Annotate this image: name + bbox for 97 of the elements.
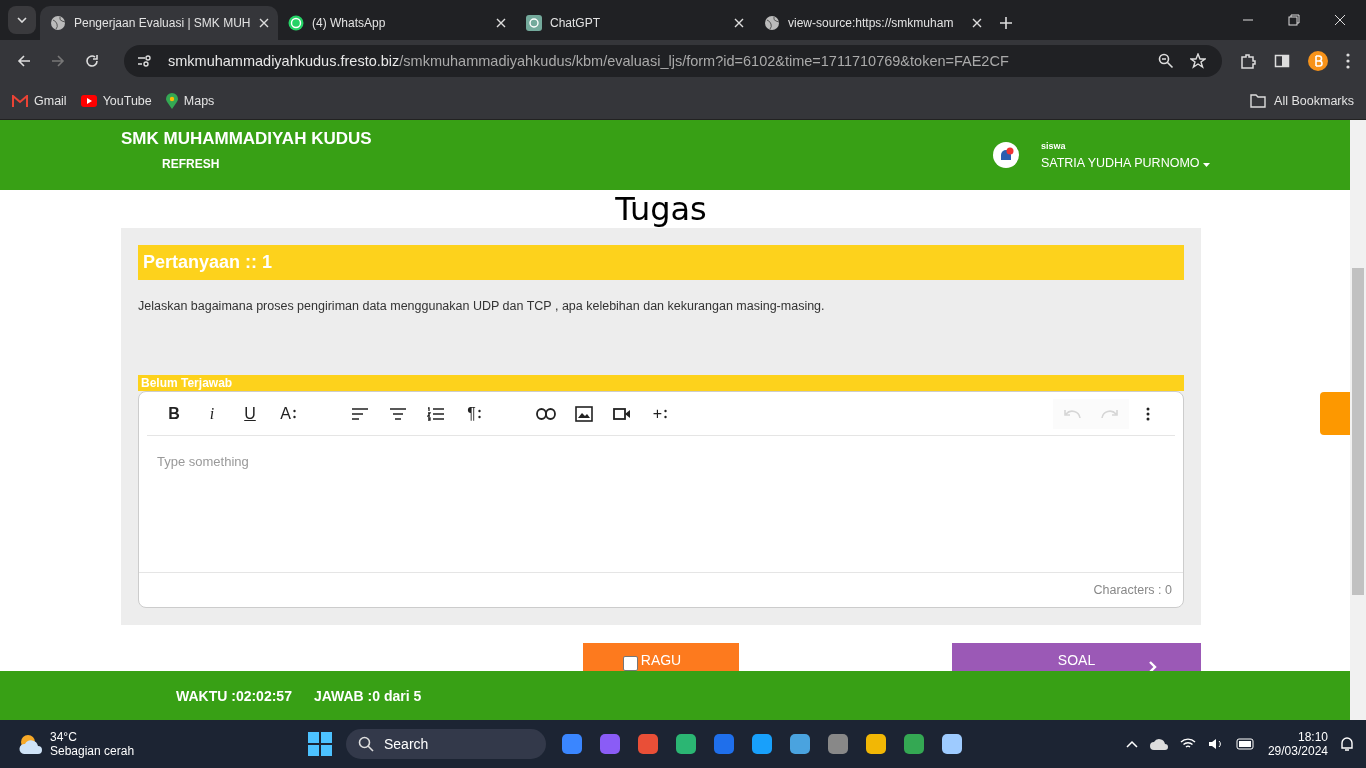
insert-button[interactable]: + [641, 398, 679, 429]
reload-icon[interactable] [84, 53, 100, 69]
undo-icon [1063, 408, 1081, 419]
italic-button[interactable]: i [193, 398, 231, 429]
bookmark-link[interactable]: Gmail [12, 93, 67, 108]
redo-icon [1101, 408, 1119, 419]
app-icon[interactable] [750, 732, 774, 756]
search-icon [358, 736, 374, 752]
browser-tab[interactable]: view-source:https://smkmuham [754, 6, 992, 40]
browser-tab[interactable]: ChatGPT [516, 6, 754, 40]
globe-icon [50, 15, 66, 31]
app-icon[interactable] [788, 732, 812, 756]
forward-icon[interactable] [50, 53, 66, 69]
close-icon[interactable] [496, 18, 506, 28]
cloud-icon[interactable] [1149, 738, 1168, 750]
character-count: Characters : 0 [1093, 583, 1172, 597]
underline-button[interactable]: U [231, 398, 269, 429]
star-icon[interactable] [1190, 53, 1206, 69]
paragraph-button[interactable]: ¶ [455, 398, 493, 429]
wifi-icon[interactable] [1179, 738, 1196, 750]
close-icon[interactable] [734, 18, 744, 28]
tab-search-button[interactable] [8, 6, 36, 34]
doubt-checkbox[interactable] [623, 656, 638, 671]
map-pin-icon [165, 92, 178, 109]
app-icon[interactable] [674, 732, 698, 756]
tab-title: view-source:https://smkmuham [788, 16, 955, 30]
question-title: Pertanyaan :: 1 [138, 245, 1184, 280]
puzzle-icon[interactable] [1240, 53, 1256, 69]
notification-icon[interactable] [1340, 736, 1354, 752]
browser-tab[interactable]: Pengerjaan Evaluasi | SMK MUH [40, 6, 278, 40]
address-bar[interactable]: smkmuhammadiyahkudus.fresto.biz/smkmuhammadiyahkudus/kbm/evaluasi_ljs/form?id=6102&time=1711710769&token=FAE2CF [124, 45, 1222, 77]
partly-cloudy-icon [18, 733, 44, 755]
bookmark-link[interactable]: Maps [165, 92, 215, 109]
taskbar-search[interactable]: Search [346, 729, 546, 759]
restore-icon[interactable] [1288, 14, 1300, 26]
video-camera-icon [613, 407, 631, 420]
dots-icon [664, 408, 668, 419]
tab-title: Pengerjaan Evaluasi | SMK MUH [74, 16, 251, 30]
image-icon [575, 405, 593, 422]
app-icon[interactable] [636, 732, 660, 756]
globe-icon [764, 15, 780, 31]
browser-tab[interactable]: (4) WhatsApp [278, 6, 516, 40]
dots-icon [477, 408, 481, 419]
school-name: SMK MUHAMMADIYAH KUDUS [121, 129, 372, 149]
menu-icon[interactable] [1346, 53, 1350, 69]
close-icon[interactable] [1334, 14, 1346, 26]
align-left-icon [351, 406, 369, 421]
caret-icon [17, 17, 27, 23]
back-icon[interactable] [16, 53, 32, 69]
chat-bubble-icon [288, 15, 304, 31]
align-center-icon [389, 406, 407, 421]
tab-title: ChatGPT [550, 16, 601, 30]
temperature: 34°C [50, 730, 78, 744]
dots-icon [292, 408, 296, 419]
question-list-button[interactable]: SOAL [952, 643, 1201, 671]
weather-text: Sebagian cerah [50, 744, 135, 758]
bell-icon[interactable] [992, 142, 1019, 168]
text-editor[interactable]: B i U A ¶ + Type something Characters : 0 [138, 391, 1184, 608]
battery-icon[interactable] [1235, 738, 1256, 750]
speaker-icon[interactable] [1207, 738, 1224, 750]
play-icon [80, 94, 97, 107]
clock-time: 18:10 [1297, 730, 1328, 744]
page-heading: Tugas [614, 190, 708, 228]
question-text: Jelaskan bagaimana proses pengiriman data menggunakan UDP dan TCP , apa kelebihan dan kekurangan masing-masing. [138, 299, 826, 313]
app-icon[interactable] [826, 732, 850, 756]
caret-icon [1203, 162, 1210, 167]
timer-text: WAKTU :02:02:57 [176, 687, 292, 704]
numbered-list-icon [427, 406, 445, 421]
app-icon[interactable] [560, 732, 584, 756]
clock-date: 29/03/2024 [1267, 744, 1328, 758]
all-bookmarks-button[interactable]: All Bookmarks [1250, 93, 1354, 108]
chevron-right-icon [1148, 661, 1157, 671]
start-icon[interactable] [308, 732, 332, 756]
folder-icon [1250, 93, 1267, 108]
answer-count: JAWAB :0 dari 5 [313, 687, 422, 704]
answer-status: Belum Terjawab [138, 375, 1184, 391]
app-icon[interactable] [864, 732, 888, 756]
more-icon [1146, 406, 1150, 421]
link-icon [536, 407, 556, 420]
user-role: siswa [1040, 140, 1067, 151]
coin-icon[interactable] [1308, 51, 1328, 71]
side-panel-icon[interactable] [1274, 53, 1290, 69]
app-icon[interactable] [940, 732, 964, 756]
size-button[interactable]: A [269, 398, 307, 429]
close-icon[interactable] [972, 18, 982, 28]
new-tab-icon[interactable] [1000, 17, 1012, 29]
tab-title: (4) WhatsApp [312, 16, 387, 30]
url-text: smkmuhammadiyahkudus.fresto.biz/smkmuhammadiyahkudus/kbm/evaluasi_ljs/form?id=6102&time=1711710769&token=FAE2CF [168, 53, 1010, 69]
app-icon[interactable] [902, 732, 926, 756]
bookmark-link[interactable]: YouTube [80, 93, 152, 108]
envelope-icon [12, 94, 28, 107]
scrollbar[interactable] [1350, 120, 1366, 720]
bold-button[interactable]: B [155, 398, 193, 429]
zoom-icon[interactable] [1158, 53, 1174, 69]
chevron-up-icon[interactable] [1125, 740, 1138, 748]
close-icon[interactable] [258, 18, 269, 28]
site-settings-icon[interactable] [136, 53, 152, 69]
